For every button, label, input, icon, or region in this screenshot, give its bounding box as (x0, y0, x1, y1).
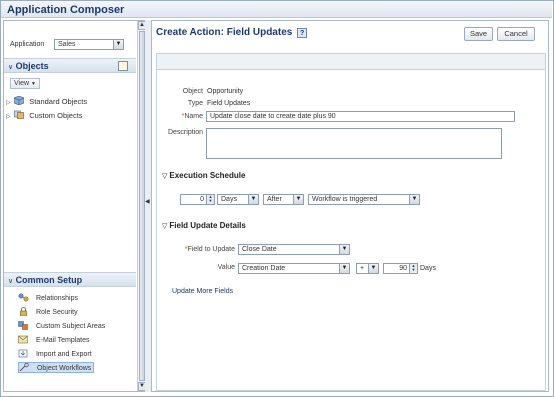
help-icon[interactable]: ? (297, 28, 308, 38)
application-selector-row: Application Sales ▼ (4, 37, 136, 53)
expand-icon[interactable]: ▷ (6, 113, 12, 120)
import-export-icon (18, 349, 29, 358)
common-item-relationships[interactable]: Relationships (18, 293, 78, 302)
execution-schedule-header[interactable]: ▽ Execution Schedule (162, 171, 245, 180)
common-item-custom-subject-areas[interactable]: Custom Subject Areas (18, 321, 105, 330)
dropdown-arrow-icon: ▼ (31, 81, 36, 87)
app-title: Application Composer (1, 1, 552, 18)
field-to-update-value: Close Date (242, 246, 277, 253)
field-to-update-label: *Field to Update (152, 246, 235, 253)
update-more-fields-link[interactable]: Update More Fields (172, 288, 233, 295)
type-label: Type (187, 100, 203, 107)
value-operator-select[interactable]: + ▼ (356, 263, 379, 274)
workflow-icon (19, 362, 30, 372)
common-setup-header-label: Common Setup (15, 275, 83, 285)
common-item-label: E-Mail Templates (35, 337, 90, 344)
collapse-icon[interactable]: ∨ (8, 64, 13, 71)
subject-areas-icon (18, 321, 29, 330)
value-operator-value: + (360, 265, 365, 272)
execution-event-value: Workflow is triggered (312, 196, 378, 203)
spinner-arrows-icon[interactable]: ▲ ▼ (206, 195, 214, 204)
name-input[interactable]: Update close date to create date plus 90 (206, 111, 515, 122)
object-value: Opportunity (207, 88, 244, 95)
tree-item-custom-objects[interactable]: ▷ Custom Objects (6, 110, 83, 120)
spinner-arrows-icon[interactable]: ▲ ▼ (409, 264, 417, 273)
type-value: Field Updates (207, 100, 251, 107)
object-label: Object (182, 88, 203, 95)
value-number-spinner[interactable]: 90 ▲ ▼ (383, 263, 418, 274)
execution-when-select[interactable]: After ▼ (263, 194, 304, 205)
field-update-details-header[interactable]: ▽ Field Update Details (162, 221, 246, 230)
email-icon (18, 335, 29, 344)
name-label: *Name (152, 113, 203, 120)
objects-header-label: Objects (15, 61, 49, 71)
chevron-down-icon[interactable]: ▼ (339, 245, 349, 254)
description-textarea[interactable] (206, 128, 502, 159)
main-panel: Create Action: Field Updates ? Save Canc… (151, 20, 549, 392)
objects-section-header[interactable]: ∨ Objects (4, 58, 136, 73)
execution-delay-value: 0 (200, 196, 204, 203)
page-title: Create Action: Field Updates ? (156, 27, 308, 38)
common-item-label: Relationships (35, 295, 78, 302)
common-item-import-and-export[interactable]: Import and Export (18, 349, 92, 358)
common-item-label: Import and Export (35, 351, 92, 358)
tree-item-label: Custom Objects (29, 111, 83, 120)
execution-unit-value: Days (221, 196, 237, 203)
field-to-update-select[interactable]: Close Date ▼ (238, 244, 350, 255)
value-field-value: Creation Date (242, 265, 286, 272)
execution-delay-spinner[interactable]: 0 ▲ ▼ (180, 194, 215, 205)
execution-unit-select[interactable]: Days ▼ (217, 194, 259, 205)
chevron-down-icon[interactable]: ▼ (368, 264, 378, 273)
execution-schedule-label: Execution Schedule (169, 171, 246, 180)
chevron-down-icon[interactable]: ▼ (113, 40, 123, 49)
common-item-email-templates[interactable]: E-Mail Templates (18, 335, 90, 344)
view-label: View (14, 80, 30, 87)
custom-objects-icon (14, 110, 24, 119)
value-label: Value (217, 264, 235, 271)
save-button[interactable]: Save (464, 27, 493, 41)
left-panel: Application Sales ▼ ∨ Objects View ▼ ▷ S… (3, 20, 146, 392)
common-item-label: Object Workflows (36, 365, 92, 372)
field-to-update-label-text: Field to Update (187, 246, 235, 253)
expand-icon[interactable]: ▷ (6, 99, 12, 106)
value-field-select[interactable]: Creation Date ▼ (238, 263, 350, 274)
content-header-band (156, 53, 546, 70)
page-title-text: Create Action: Field Updates (156, 27, 293, 38)
value-unit-label: Days (420, 265, 436, 272)
value-number: 90 (399, 265, 407, 272)
cube-icon (13, 95, 25, 106)
chevron-down-icon[interactable]: ▼ (293, 195, 303, 204)
view-menu-button[interactable]: View ▼ (10, 78, 40, 89)
chevron-down-icon[interactable]: ▼ (409, 195, 419, 204)
name-label-text: Name (184, 113, 203, 120)
expanded-triangle-icon[interactable]: ▽ (162, 173, 167, 180)
common-item-role-security[interactable]: Role Security (18, 307, 78, 317)
execution-event-select[interactable]: Workflow is triggered ▼ (308, 194, 420, 205)
tree-item-standard-objects[interactable]: ▷ Standard Objects (6, 95, 88, 106)
relationships-icon (18, 293, 29, 302)
application-label: Application (10, 41, 45, 48)
lock-icon (18, 307, 29, 317)
collapse-left-icon[interactable]: ◀ (145, 198, 150, 205)
description-label: Description (167, 129, 203, 136)
common-setup-section-header[interactable]: ∨ Common Setup (4, 272, 136, 287)
common-item-label: Custom Subject Areas (35, 323, 106, 330)
chevron-down-icon[interactable]: ▼ (339, 264, 349, 273)
field-update-details-label: Field Update Details (169, 221, 246, 230)
common-item-object-workflows[interactable]: Object Workflows (18, 362, 95, 373)
chevron-down-icon[interactable]: ▼ (248, 195, 258, 204)
expanded-triangle-icon[interactable]: ▽ (162, 223, 167, 230)
cancel-button[interactable]: Cancel (497, 27, 535, 41)
collapse-icon[interactable]: ∨ (8, 278, 13, 285)
tree-item-label: Standard Objects (29, 97, 88, 106)
application-select[interactable]: Sales ▼ (54, 39, 124, 50)
new-object-icon[interactable] (118, 61, 128, 71)
common-item-label: Role Security (35, 309, 78, 316)
application-select-value: Sales (58, 41, 76, 48)
execution-when-value: After (267, 196, 282, 203)
